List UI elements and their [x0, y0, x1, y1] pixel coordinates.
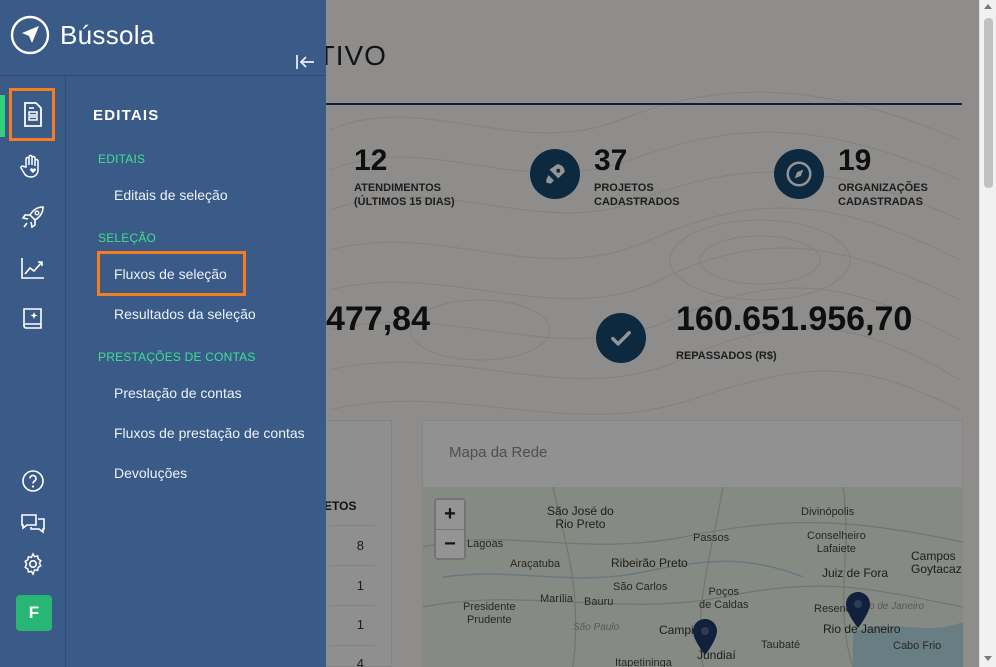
user-avatar[interactable]: F [16, 595, 52, 631]
side-navigation: Bússola F EDITAIS EDITAIS Editais de sel… [0, 0, 326, 667]
active-indicator [0, 95, 5, 137]
book-icon [23, 308, 42, 329]
heart-hand-icon [20, 154, 39, 178]
menu-link-fluxos-de-prestacao[interactable]: Fluxos de prestação de contas [114, 425, 305, 441]
rocket-icon [21, 206, 44, 229]
rail-item-settings[interactable] [17, 548, 49, 580]
brand-name: Bússola [60, 19, 155, 50]
help-icon [22, 470, 44, 492]
rail-item-help[interactable] [17, 465, 49, 497]
menu-link-devolucoes[interactable]: Devoluções [114, 465, 187, 481]
page-scrollbar[interactable] [979, 0, 996, 667]
menu-section-label: PRESTAÇÕES DE CONTAS [98, 350, 256, 364]
chat-icon [21, 514, 45, 534]
rail-item-highlight [9, 88, 55, 141]
gear-icon [24, 552, 42, 576]
brand-logo[interactable]: Bússola [10, 15, 155, 55]
menu-title: EDITAIS [93, 107, 160, 124]
rail-item-indicadores[interactable] [17, 252, 49, 284]
scroll-thumb[interactable] [984, 18, 993, 188]
menu-link-resultados-da-selecao[interactable]: Resultados da seleção [114, 306, 256, 322]
scroll-up-arrow-icon[interactable] [984, 4, 992, 9]
compass-logo-icon [10, 15, 50, 55]
scroll-down-arrow-icon[interactable] [984, 656, 992, 661]
menu-section-label: EDITAIS [98, 152, 146, 166]
chart-line-icon [21, 258, 44, 279]
rail-item-biblioteca[interactable] [17, 303, 49, 335]
rail-item-projetos[interactable] [17, 201, 49, 233]
menu-section-label: SELEÇÃO [98, 231, 157, 245]
rail-item-atendimento[interactable] [17, 150, 49, 182]
rail-item-chat[interactable] [17, 507, 49, 539]
menu-link-editais-de-selecao[interactable]: Editais de seleção [114, 187, 228, 203]
collapse-sidebar-icon[interactable] [294, 52, 316, 72]
menu-link-prestacao-de-contas[interactable]: Prestação de contas [114, 385, 242, 401]
menu-link-highlight [97, 251, 246, 296]
